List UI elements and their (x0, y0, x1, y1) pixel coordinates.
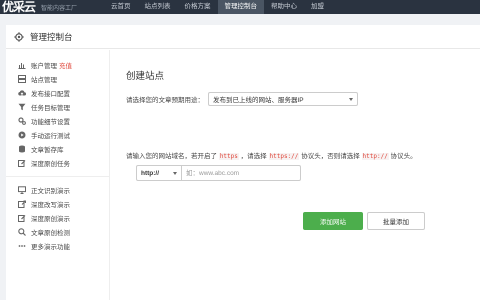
chevron-down-icon (349, 97, 353, 101)
sidebar-item-label: 功能细节设置 (31, 119, 70, 126)
sidebar-item-label: 文章原创检测 (31, 230, 70, 237)
top-navbar: 优采云 智能内容工厂 云首页 站点列表 价格方案 管理控制台 帮助中心 加盟 (0, 0, 480, 14)
nav-item-help[interactable]: 帮助中心 (264, 0, 304, 14)
sidebar-item-rewrite-demo[interactable]: 深度改写演示 (6, 197, 109, 211)
sidebar-item-check[interactable]: 文章原创检测 (6, 225, 109, 239)
nav-item-console[interactable]: 管理控制台 (217, 0, 264, 14)
main-nav: 云首页 站点列表 价格方案 管理控制台 帮助中心 加盟 (104, 0, 331, 14)
chevron-down-icon (173, 171, 177, 175)
sidebar-item-tasks[interactable]: 任务目标管理 (6, 100, 109, 114)
protocol-select-value: http:// (141, 169, 160, 177)
panel-title: 管理控制台 (30, 31, 73, 42)
sidebar-item-label: 手动运行测试 (31, 133, 70, 140)
gears-icon (18, 117, 26, 125)
share-icon (18, 200, 26, 208)
sidebar-item-label: 正文识别演示 (31, 188, 70, 195)
server-icon (18, 75, 26, 83)
hint-code-https: https (218, 153, 239, 160)
sidebar-divider (6, 176, 109, 177)
sidebar-item-manual-run[interactable]: 手动运行测试 (6, 128, 109, 142)
sidebar-item-label: 深度改写演示 (31, 202, 70, 209)
create-site-form: 创建站点 请选择您的文章预期用途： 发布到已上线的网站、服务器IP 请输入您的网… (126, 65, 425, 230)
sidebar-item-settings[interactable]: 功能细节设置 (6, 114, 109, 128)
domain-row: http:// (136, 165, 301, 181)
brand-logo[interactable]: 优采云 智能内容工厂 (0, 0, 104, 14)
play-circle-icon (18, 131, 26, 139)
cloud-upload-icon (18, 89, 26, 97)
edit-icon (18, 159, 26, 167)
sidebar-item-deep-original[interactable]: 深度原创任务 (6, 156, 109, 170)
usage-select[interactable]: 发布到已上线的网站、服务器IP (208, 92, 358, 106)
sidebar-item-label: 文章暂存库 (31, 147, 64, 154)
add-site-button[interactable]: 添加网站 (303, 212, 363, 230)
sidebar-item-label: 深度原创任务 (31, 161, 70, 168)
domain-input[interactable] (182, 165, 301, 181)
hint-code-https-proto: https:// (268, 153, 300, 160)
protocol-hint: 请输入您的网站域名，若开启了 https ，请选择 https:// 协议头，否… (126, 150, 480, 160)
bar-chart-icon (18, 61, 26, 69)
sidebar-item-label: 站点管理 (31, 77, 57, 84)
search-icon (18, 228, 26, 236)
hint-text: 协议头，否则请选择 (299, 153, 362, 160)
sidebar: 账户管理 充值 站点管理 发布接口配置 任务目标管理 功能细节设置 手动运行测试… (6, 50, 110, 300)
more-icon (18, 242, 26, 250)
recharge-link[interactable]: 充值 (59, 60, 72, 70)
sidebar-item-account[interactable]: 账户管理 充值 (6, 58, 109, 72)
logo-tagline: 智能内容工厂 (41, 5, 78, 12)
nav-item-home[interactable]: 云首页 (104, 0, 138, 14)
sidebar-item-label: 深度原创演示 (31, 216, 70, 223)
usage-select-value: 发布到已上线的网站、服务器IP (213, 97, 304, 104)
nav-item-sites[interactable]: 站点列表 (138, 0, 178, 14)
sidebar-item-storage[interactable]: 文章暂存库 (6, 142, 109, 156)
sidebar-item-text-demo[interactable]: 正文识别演示 (6, 183, 109, 197)
protocol-select[interactable]: http:// (136, 165, 182, 181)
sidebar-item-original-demo[interactable]: 深度原创演示 (6, 211, 109, 225)
nav-item-pricing[interactable]: 价格方案 (178, 0, 218, 14)
gear-icon (14, 31, 24, 42)
hint-text: 请输入您的网站域名，若开启了 (126, 153, 219, 160)
nav-item-join[interactable]: 加盟 (304, 0, 331, 14)
desktop-icon (18, 186, 26, 194)
section-title: 创建站点 (126, 71, 165, 82)
sidebar-item-sites[interactable]: 站点管理 (6, 72, 109, 86)
hint-text: ，请选择 (238, 153, 269, 160)
edit-icon (18, 214, 26, 222)
sidebar-item-label: 账户管理 (31, 63, 57, 70)
panel-header: 管理控制台 (6, 25, 480, 49)
hint-text: 协议头。 (388, 153, 417, 160)
batch-add-button[interactable]: 批量添加 (367, 212, 425, 230)
usage-label: 请选择您的文章预期用途： (126, 97, 204, 104)
sidebar-item-more[interactable]: 更多演示功能 (6, 239, 109, 253)
sidebar-item-label: 更多演示功能 (31, 244, 70, 251)
console-panel: 管理控制台 账户管理 充值 站点管理 发布接口配置 任务目标管理 功能细节设置 … (6, 25, 480, 300)
sidebar-item-label: 发布接口配置 (31, 91, 70, 98)
sidebar-item-label: 任务目标管理 (31, 105, 70, 112)
usage-row: 请选择您的文章预期用途： 发布到已上线的网站、服务器IP (126, 92, 456, 106)
sidebar-item-publish[interactable]: 发布接口配置 (6, 86, 109, 100)
hint-code-http-proto: http:// (361, 153, 389, 160)
filter-icon (18, 103, 26, 111)
database-icon (18, 145, 26, 153)
logo-mark: 优采云 (2, 0, 36, 14)
